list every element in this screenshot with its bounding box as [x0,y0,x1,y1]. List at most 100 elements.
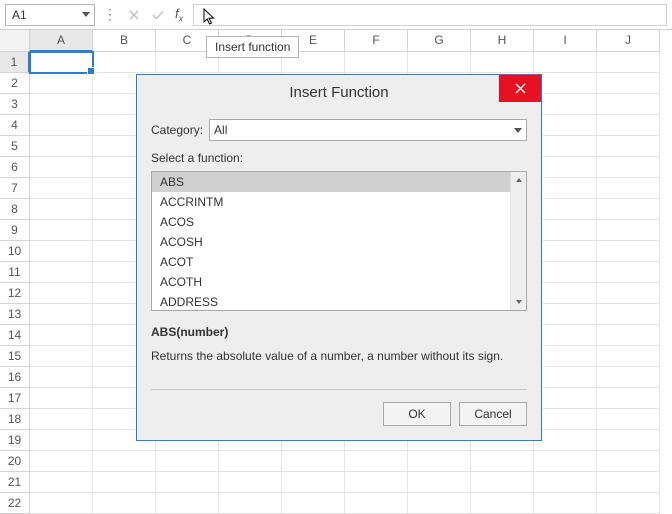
grid-cell[interactable] [156,472,219,493]
grid-cell[interactable] [597,493,660,514]
grid-cell[interactable] [30,451,93,472]
grid-cell[interactable] [534,220,597,241]
function-list-item[interactable]: ABS [152,172,510,192]
grid-cell[interactable] [597,178,660,199]
grid-cell[interactable] [30,220,93,241]
grid-cell[interactable] [30,493,93,514]
category-select[interactable]: All [209,119,527,141]
grid-cell[interactable] [345,493,408,514]
scroll-up-icon[interactable] [511,172,526,188]
grid-cell[interactable] [30,94,93,115]
grid-cell[interactable] [219,472,282,493]
grid-cell[interactable] [471,451,534,472]
row-header[interactable]: 17 [0,388,30,409]
grid-cell[interactable] [597,367,660,388]
row-header[interactable]: 12 [0,283,30,304]
grid-cell[interactable] [534,304,597,325]
grid-cell[interactable] [597,199,660,220]
column-header[interactable]: H [471,30,534,52]
grid-cell[interactable] [534,157,597,178]
function-list-item[interactable]: ADDRESS [152,292,510,310]
grid-cell[interactable] [534,430,597,451]
scroll-down-icon[interactable] [511,294,526,310]
row-header[interactable]: 8 [0,199,30,220]
function-list-item[interactable]: ACCRINTM [152,192,510,212]
grid-cell[interactable] [282,493,345,514]
grid-cell[interactable] [30,136,93,157]
grid-cell[interactable] [534,388,597,409]
function-list-item[interactable]: ACOS [152,212,510,232]
column-header[interactable]: F [345,30,408,52]
grid-cell[interactable] [30,178,93,199]
grid-cell[interactable] [534,115,597,136]
grid-cell[interactable] [597,136,660,157]
grid-cell[interactable] [597,115,660,136]
grid-cell[interactable] [471,472,534,493]
grid-cell[interactable] [30,346,93,367]
insert-function-button[interactable]: fx [175,6,183,24]
grid-cell[interactable] [534,409,597,430]
column-header[interactable]: A [30,30,93,52]
grid-cell[interactable] [345,52,408,73]
formula-input[interactable] [193,4,667,26]
row-header[interactable]: 5 [0,136,30,157]
grid-cell[interactable] [597,73,660,94]
row-header[interactable]: 22 [0,493,30,514]
grid-cell[interactable] [597,451,660,472]
row-header[interactable]: 3 [0,94,30,115]
name-box[interactable]: A1 [5,4,95,26]
grid-cell[interactable] [30,409,93,430]
grid-cell[interactable] [30,115,93,136]
grid-cell[interactable] [30,367,93,388]
grid-cell[interactable] [534,178,597,199]
row-header[interactable]: 18 [0,409,30,430]
grid-cell[interactable] [597,283,660,304]
grid-cell[interactable] [597,388,660,409]
row-header[interactable]: 4 [0,115,30,136]
grid-cell[interactable] [597,94,660,115]
grid-cell[interactable] [156,451,219,472]
grid-cell[interactable] [93,493,156,514]
grid-cell[interactable] [408,52,471,73]
grid-cell[interactable] [534,283,597,304]
grid-cell[interactable] [471,493,534,514]
column-header[interactable]: B [93,30,156,52]
grid-cell[interactable] [534,73,597,94]
close-button[interactable] [499,75,541,102]
grid-cell[interactable] [156,493,219,514]
grid-cell[interactable] [471,52,534,73]
row-header[interactable]: 21 [0,472,30,493]
column-header[interactable]: I [534,30,597,52]
grid-cell[interactable] [597,220,660,241]
grid-cell[interactable] [282,472,345,493]
column-header[interactable]: G [408,30,471,52]
grid-cell[interactable] [534,199,597,220]
grid-cell[interactable] [534,493,597,514]
ok-button[interactable]: OK [383,402,451,426]
grid-cell[interactable] [30,157,93,178]
grid-cell[interactable] [219,451,282,472]
grid-cell[interactable] [534,262,597,283]
grid-cell[interactable] [30,325,93,346]
row-header[interactable]: 11 [0,262,30,283]
cancel-button[interactable]: Cancel [459,402,527,426]
grid-cell[interactable] [597,262,660,283]
grid-cell[interactable] [93,472,156,493]
column-header[interactable]: J [597,30,660,52]
scrollbar[interactable] [510,172,526,310]
grid-cell[interactable] [30,430,93,451]
grid-cell[interactable] [30,304,93,325]
grid-cell[interactable] [534,94,597,115]
row-header[interactable]: 19 [0,430,30,451]
function-list-item[interactable]: ACOSH [152,232,510,252]
row-header[interactable]: 16 [0,367,30,388]
grid-cell[interactable] [30,262,93,283]
grid-cell[interactable] [597,325,660,346]
grid-cell[interactable] [30,241,93,262]
grid-cell[interactable] [534,52,597,73]
grid-cell[interactable] [597,346,660,367]
grid-cell[interactable] [93,451,156,472]
row-header[interactable]: 20 [0,451,30,472]
row-header[interactable]: 1 [0,52,30,73]
grid-cell[interactable] [597,409,660,430]
